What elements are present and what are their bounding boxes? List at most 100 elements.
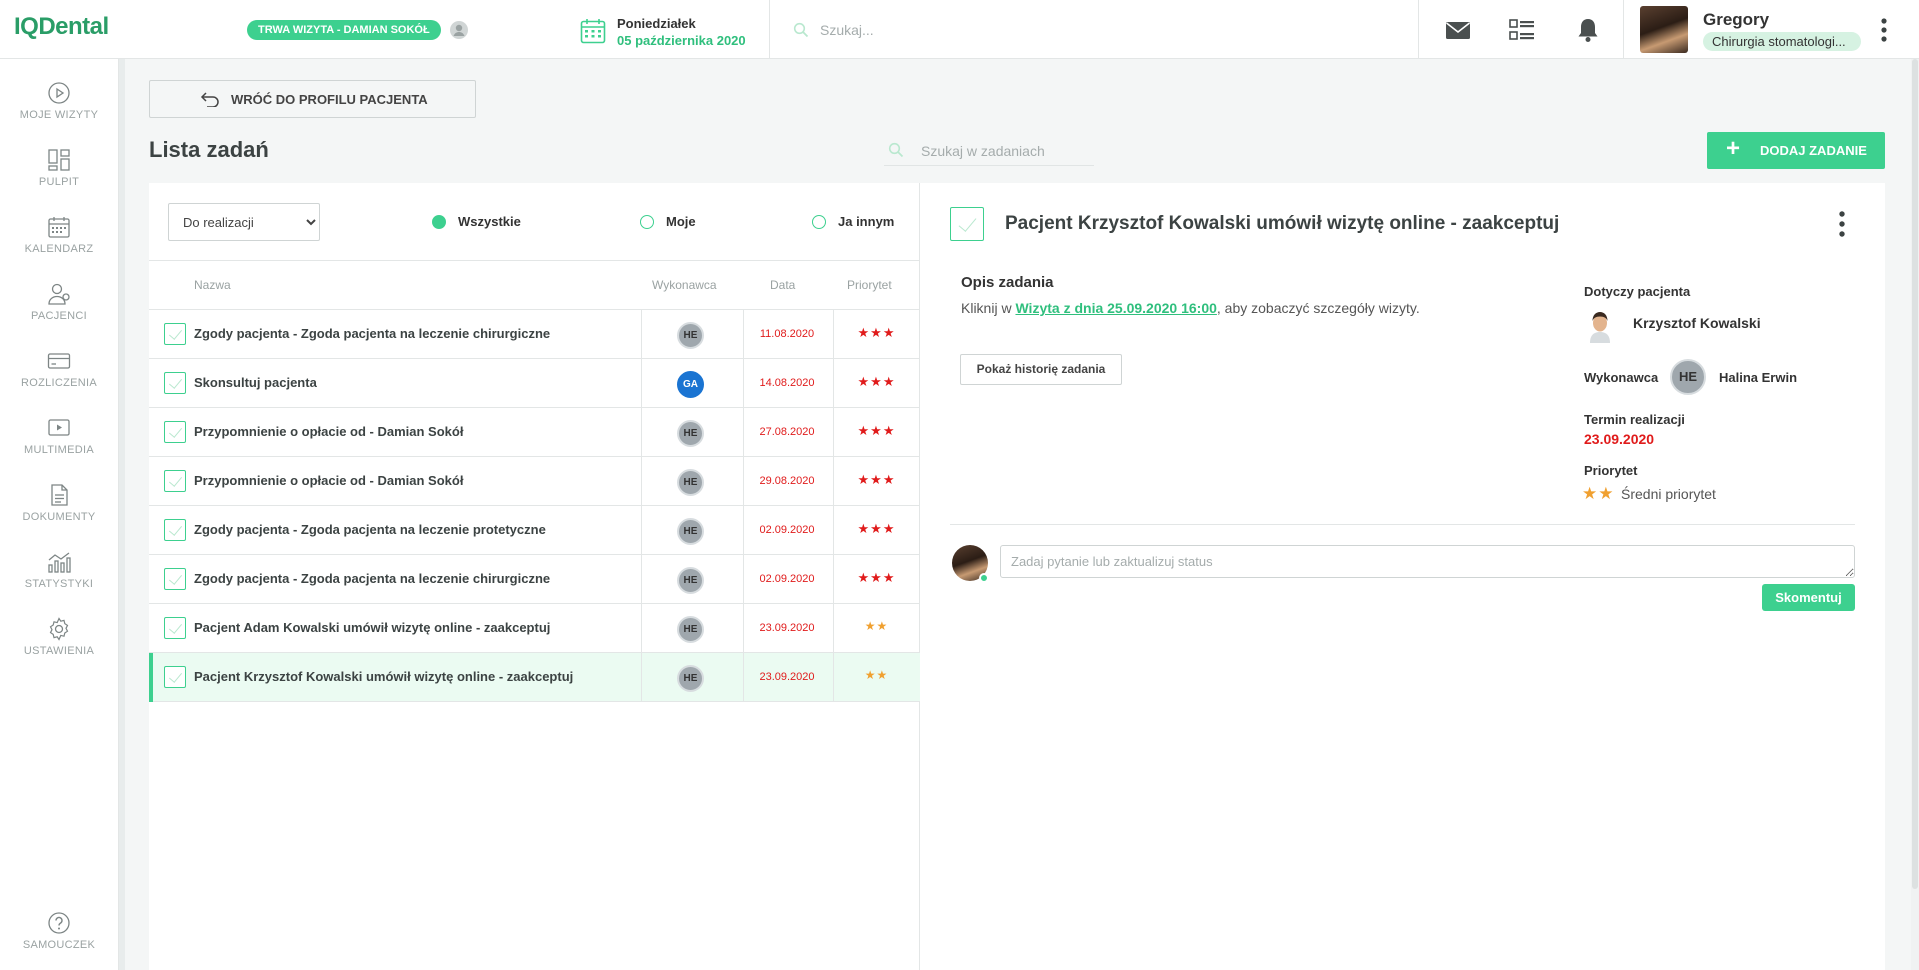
current-visit-badge[interactable]: TRWA WIZYTA - DAMIAN SOKÓŁ [247, 20, 441, 40]
executor-label: Wykonawca [1584, 370, 1659, 385]
task-checkbox[interactable] [164, 617, 186, 639]
sidebar-item-my-visits[interactable]: MOJE WIZYTY [0, 81, 118, 141]
task-date: 02.09.2020 [759, 573, 815, 585]
global-search-input[interactable] [820, 18, 1120, 42]
column-divider [641, 408, 642, 457]
task-checkbox[interactable] [164, 470, 186, 492]
table-row[interactable]: Pacjent Adam Kowalski umówił wizytę onli… [149, 604, 920, 653]
priority-stars: ★★★ [857, 423, 896, 438]
sidebar-item-tutorial[interactable]: SAMOUCZEK [0, 911, 118, 970]
sidebar-item-documents[interactable]: DOKUMENTY [0, 483, 118, 543]
sidebar-item-label: PACJENCI [31, 310, 87, 322]
task-date: 11.08.2020 [759, 328, 815, 340]
top-bar: IQDental TRWA WIZYTA - DAMIAN SOKÓŁ Poni… [0, 0, 1919, 59]
sidebar-item-statistics[interactable]: STATYSTYKI [0, 550, 118, 610]
patients-icon [48, 283, 70, 305]
current-day: Poniedziałek [617, 16, 696, 31]
column-header-date[interactable]: Data [770, 278, 795, 292]
task-checkbox[interactable] [164, 666, 186, 688]
task-checkbox[interactable] [164, 421, 186, 443]
column-header-name[interactable]: Nazwa [194, 278, 231, 292]
column-header-executor[interactable]: Wykonawca [652, 278, 717, 292]
patient-label: Dotyczy pacjenta [1584, 284, 1691, 299]
task-list-icon[interactable] [1508, 17, 1536, 43]
executor-avatar: HE [677, 567, 704, 594]
task-checkbox[interactable] [164, 519, 186, 541]
sidebar-item-calendar[interactable]: KALENDARZ [0, 215, 118, 275]
user-specialization-badge: Chirurgia stomatologi... [1703, 32, 1861, 51]
task-search-input[interactable] [884, 136, 1094, 166]
task-name[interactable]: Przypomnienie o opłacie od - Damian Sokó… [194, 473, 463, 488]
app-logo[interactable]: IQDental [14, 13, 109, 41]
chart-icon [48, 552, 71, 573]
sidebar: MOJE WIZYTY PULPIT KALENDARZ PACJENCI RO… [0, 59, 119, 970]
user-name[interactable]: Gregory [1703, 10, 1769, 30]
table-row[interactable]: Skonsultuj pacjenta GA 14.08.2020 ★★★ [149, 359, 920, 408]
sidebar-edge [119, 59, 125, 970]
sidebar-item-patients[interactable]: PACJENCI [0, 282, 118, 342]
table-row[interactable]: Zgody pacjenta - Zgoda pacjenta na lecze… [149, 555, 920, 604]
page-title: Lista zadań [149, 137, 269, 162]
task-checkbox[interactable] [164, 323, 186, 345]
patient-avatar[interactable] [1584, 308, 1616, 343]
column-header-priority[interactable]: Priorytet [847, 278, 892, 292]
task-name[interactable]: Zgody pacjenta - Zgoda pacjenta na lecze… [194, 571, 550, 586]
task-name[interactable]: Skonsultuj pacjenta [194, 375, 317, 390]
task-date: 23.09.2020 [759, 671, 815, 683]
tasks-card: Do realizacji Wszystkie Moje Ja innym Na… [149, 183, 1885, 970]
priority-stars: ★★★ [857, 374, 896, 389]
sidebar-item-label: MOJE WIZYTY [19, 109, 99, 121]
radio-dot [432, 215, 446, 229]
sidebar-item-dashboard[interactable]: PULPIT [0, 148, 118, 208]
comment-submit-button[interactable]: Skomentuj [1762, 584, 1855, 611]
task-checkbox[interactable] [164, 568, 186, 590]
sidebar-item-label: MULTIMEDIA [23, 444, 95, 456]
priority-stars: ★★ [864, 619, 889, 633]
task-name[interactable]: Pacjent Krzysztof Kowalski umówił wizytę… [194, 669, 573, 684]
table-row[interactable]: Pacjent Krzysztof Kowalski umówił wizytę… [149, 653, 920, 702]
table-row[interactable]: Przypomnienie o opłacie od - Damian Sokó… [149, 457, 920, 506]
task-name[interactable]: Pacjent Adam Kowalski umówił wizytę onli… [194, 620, 550, 635]
sidebar-item-label: STATYSTYKI [24, 578, 94, 590]
calendar-icon [580, 19, 606, 44]
scrollbar-thumb[interactable] [1912, 59, 1918, 889]
user-avatar[interactable] [1640, 6, 1688, 53]
task-checkbox[interactable] [164, 372, 186, 394]
page-scrollbar[interactable] [1911, 59, 1919, 970]
column-divider [641, 359, 642, 408]
table-row[interactable]: Zgody pacjenta - Zgoda pacjenta na lecze… [149, 506, 920, 555]
executor-avatar: HE [677, 616, 704, 643]
radio-label: Wszystkie [458, 214, 521, 229]
bell-icon[interactable] [1574, 17, 1602, 43]
task-complete-checkbox[interactable] [950, 207, 984, 241]
column-divider [641, 310, 642, 359]
executor-avatar: HE [677, 420, 704, 447]
sidebar-item-billing[interactable]: ROZLICZENIA [0, 349, 118, 409]
table-row[interactable]: Przypomnienie o opłacie od - Damian Sokó… [149, 408, 920, 457]
task-name[interactable]: Zgody pacjenta - Zgoda pacjenta na lecze… [194, 522, 546, 537]
back-arrow-icon [200, 92, 219, 107]
task-date: 23.09.2020 [759, 622, 815, 634]
sidebar-item-multimedia[interactable]: MULTIMEDIA [0, 416, 118, 476]
patient-name[interactable]: Krzysztof Kowalski [1633, 315, 1761, 331]
online-status-dot [979, 573, 989, 583]
task-name[interactable]: Zgody pacjenta - Zgoda pacjenta na lecze… [194, 326, 550, 341]
status-filter-select[interactable]: Do realizacji [168, 203, 320, 241]
mail-icon[interactable] [1444, 17, 1472, 43]
task-name[interactable]: Przypomnienie o opłacie od - Damian Sokó… [194, 424, 463, 439]
more-options-icon[interactable] [1880, 17, 1888, 43]
sidebar-item-settings[interactable]: USTAWIENIA [0, 617, 118, 677]
add-task-button[interactable]: + DODAJ ZADANIE [1707, 132, 1885, 169]
more-options-icon[interactable] [1838, 210, 1846, 238]
priority-stars: ★★★ [857, 472, 896, 487]
task-title: Pacjent Krzysztof Kowalski umówił wizytę… [1005, 213, 1560, 234]
executor-avatar: HE [677, 665, 704, 692]
visit-link[interactable]: Wizyta z dnia 25.09.2020 16:00 [1015, 300, 1216, 316]
priority-stars: ★★ [1582, 484, 1615, 503]
back-to-patient-button[interactable]: WRÓĆ DO PROFILU PACJENTA [149, 80, 476, 118]
comment-input[interactable] [1000, 545, 1855, 578]
show-history-button[interactable]: Pokaż historię zadania [960, 354, 1122, 385]
task-detail-pane: Pacjent Krzysztof Kowalski umówił wizytę… [920, 183, 1885, 970]
executor-avatar: HE [677, 469, 704, 496]
table-row[interactable]: Zgody pacjenta - Zgoda pacjenta na lecze… [149, 310, 920, 359]
